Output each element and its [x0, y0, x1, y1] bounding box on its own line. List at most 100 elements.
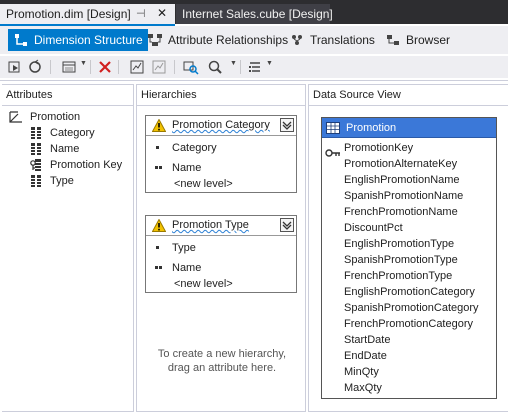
pane-title-rule: [309, 105, 508, 106]
hierarchy-level[interactable]: Name: [154, 162, 201, 174]
view-icon[interactable]: [60, 59, 78, 75]
pane-title-rule: [137, 105, 305, 106]
toolbar-separator: [90, 60, 91, 74]
attribute-root[interactable]: Promotion: [8, 110, 80, 124]
dsv-column[interactable]: EnglishPromotionType: [344, 238, 454, 250]
level-2-icon: [154, 163, 172, 173]
chevron-down-icon[interactable]: ▼: [266, 60, 273, 67]
new-level-placeholder[interactable]: <new level>: [174, 278, 233, 290]
chevron-down-icon[interactable]: ▼: [80, 60, 87, 67]
designer-tab-bar: Dimension Structure Attribute Relationsh…: [0, 26, 508, 54]
tab-translations[interactable]: Translations: [284, 29, 380, 51]
tab-dimension-structure[interactable]: Dimension Structure: [8, 29, 148, 51]
dsv-column[interactable]: StartDate: [344, 334, 390, 346]
delete-icon[interactable]: [96, 59, 114, 75]
level-1-icon: [154, 143, 172, 153]
key-attribute-icon: [30, 158, 42, 172]
pane-title-rule: [2, 105, 133, 106]
table-icon: [326, 121, 340, 134]
dsv-column[interactable]: MinQty: [344, 366, 379, 378]
hierarchy-level[interactable]: Category: [154, 142, 217, 154]
hierarchy-name[interactable]: Promotion Type: [172, 219, 249, 231]
dsv-table-header[interactable]: Promotion: [322, 118, 496, 138]
new-hierarchy-hint: To create a new hierarchy, drag an attri…: [147, 347, 297, 375]
level-label: Type: [172, 242, 196, 254]
toolbar-separator: [118, 60, 119, 74]
attribute-icon: [30, 126, 42, 140]
pane-title: Attributes: [6, 89, 53, 101]
toolbar-separator: [240, 60, 241, 74]
level-2-icon: [154, 263, 172, 273]
dsv-column[interactable]: FrenchPromotionName: [344, 206, 458, 218]
hint-line: To create a new hierarchy,: [157, 348, 287, 360]
doc-tab-internet-sales-cube[interactable]: Internet Sales.cube [Design]: [176, 4, 333, 24]
chevron-down-icon[interactable]: [280, 218, 294, 232]
attribute-icon: [30, 174, 42, 188]
attribute-item[interactable]: Type: [30, 173, 74, 189]
hierarchies-pane: Hierarchies Promotion Category Category …: [136, 84, 306, 412]
reconnect-icon[interactable]: [26, 59, 44, 75]
process-icon[interactable]: [6, 59, 24, 75]
show-icon[interactable]: [246, 59, 264, 75]
find-table-icon[interactable]: [182, 59, 200, 75]
chevron-down-icon[interactable]: [280, 118, 294, 132]
attribute-icon: [30, 142, 42, 156]
document-tab-strip: Promotion.dim [Design] ⊣ ✕ Internet Sale…: [0, 0, 508, 26]
dsv-column[interactable]: MaxQty: [344, 382, 382, 394]
translations-icon: [289, 32, 305, 48]
attribute-item[interactable]: Promotion Key: [30, 157, 122, 173]
tab-label: Attribute Relationships: [168, 33, 289, 47]
attribute-label: Promotion Key: [50, 159, 123, 171]
dsv-column[interactable]: EnglishPromotionCategory: [344, 286, 475, 298]
new-named-calc-icon[interactable]: [128, 59, 146, 75]
attribute-label: Type: [50, 175, 74, 187]
hierarchy-header[interactable]: Promotion Category: [146, 116, 296, 136]
dsv-column[interactable]: SpanishPromotionType: [344, 254, 458, 266]
tab-browser[interactable]: Browser: [380, 29, 455, 51]
hierarchy-level[interactable]: Name: [154, 262, 201, 274]
dsv-column[interactable]: FrenchPromotionCategory: [344, 318, 473, 330]
new-level-placeholder[interactable]: <new level>: [174, 178, 233, 190]
pin-icon[interactable]: ⊣: [136, 7, 146, 20]
hierarchy-level[interactable]: Type: [154, 242, 196, 254]
tab-label: Dimension Structure: [34, 33, 143, 47]
dsv-column[interactable]: PromotionKey: [344, 142, 413, 154]
dsv-table[interactable]: Promotion PromotionKey PromotionAlternat…: [321, 117, 497, 399]
dsv-column[interactable]: EnglishPromotionName: [344, 174, 460, 186]
doc-tab-title: Promotion.dim [Design]: [6, 7, 131, 21]
toolbar-divider: [0, 80, 508, 81]
hint-line: drag an attribute here.: [167, 362, 277, 374]
dsv-column[interactable]: DiscountPct: [344, 222, 403, 234]
new-named-query-icon[interactable]: [150, 59, 168, 75]
dsv-column[interactable]: SpanishPromotionName: [344, 190, 463, 202]
hierarchy-name[interactable]: Promotion Category: [172, 119, 270, 131]
attribute-relationships-icon: [147, 32, 163, 48]
hierarchy-box[interactable]: Promotion Category Category Name <new le…: [145, 115, 297, 193]
browser-icon: [385, 32, 401, 48]
attributes-pane: Attributes Promotion Category Name Promo…: [2, 84, 134, 412]
designer-toolbar: ▼ ▼ ▼: [0, 56, 508, 78]
tab-attribute-relationships[interactable]: Attribute Relationships: [142, 29, 293, 51]
tab-label: Browser: [406, 33, 451, 47]
dsv-column[interactable]: PromotionAlternateKey: [344, 158, 457, 170]
dimension-icon: [8, 110, 24, 124]
dsv-column[interactable]: FrenchPromotionType: [344, 270, 452, 282]
level-label: Name: [172, 162, 202, 174]
attribute-item[interactable]: Category: [30, 125, 95, 141]
level-label: Category: [172, 142, 217, 154]
dsv-column[interactable]: EndDate: [344, 350, 387, 362]
tab-label: Translations: [310, 33, 375, 47]
hierarchy-header[interactable]: Promotion Type: [146, 216, 296, 236]
doc-tab-promotion-dim[interactable]: Promotion.dim [Design] ⊣ ✕: [0, 4, 175, 26]
data-source-view-pane: Data Source View Promotion PromotionKey …: [308, 84, 508, 412]
attribute-label: Name: [50, 143, 80, 155]
attribute-item[interactable]: Name: [30, 141, 79, 157]
doc-tab-title: Internet Sales.cube [Design]: [182, 7, 333, 21]
close-icon[interactable]: ✕: [157, 6, 167, 20]
chevron-down-icon[interactable]: ▼: [230, 60, 237, 67]
dsv-column[interactable]: SpanishPromotionCategory: [344, 302, 479, 314]
zoom-icon[interactable]: [206, 59, 224, 75]
hierarchy-box[interactable]: Promotion Type Type Name <new level>: [145, 215, 297, 293]
dsv-table-name: Promotion: [346, 121, 397, 134]
level-label: Name: [172, 262, 202, 274]
